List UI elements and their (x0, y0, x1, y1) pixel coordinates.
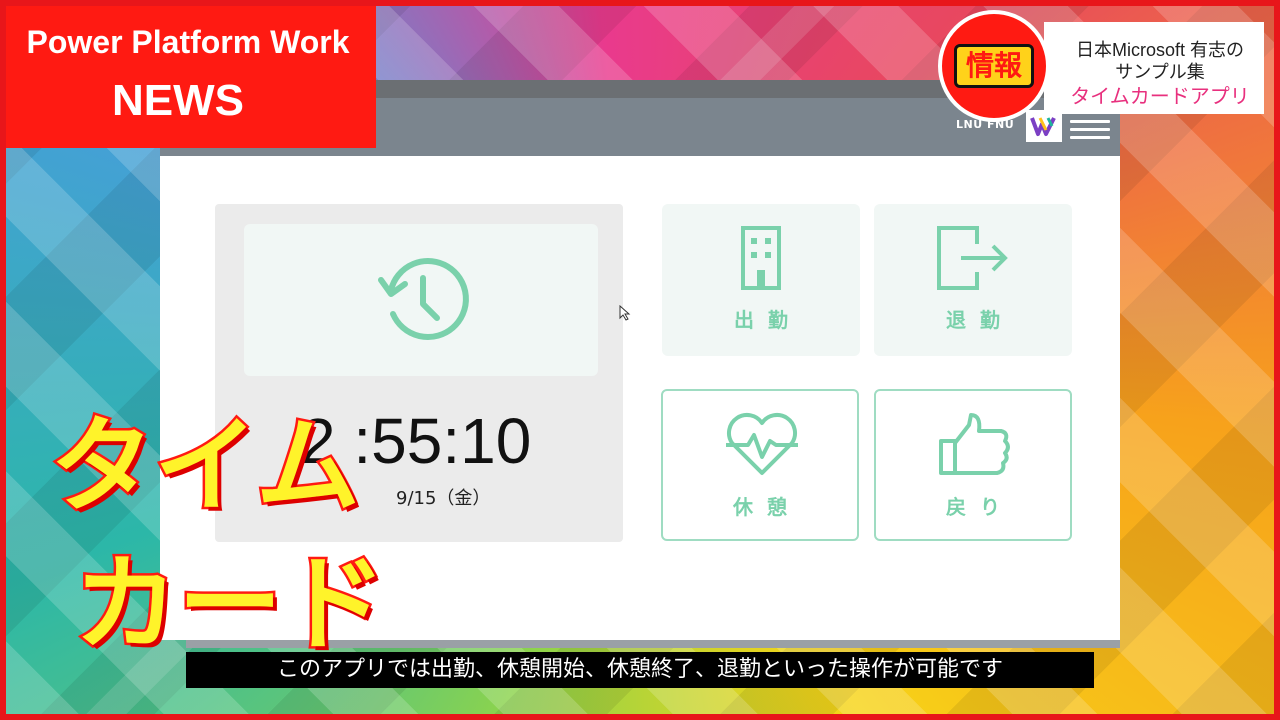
current-date: 9/15（金） (396, 488, 491, 509)
banner-title: Power Platform Work (26, 24, 350, 60)
video-subtitle: このアプリでは出勤、休憩開始、休憩終了、退勤といった操作が可能です (186, 652, 1094, 688)
info-badge: 情報 (938, 10, 1050, 122)
break-start-label: 休憩 (733, 495, 801, 519)
info-line-3: タイムカードアプリ (1070, 86, 1250, 108)
info-badge-label: 情報 (954, 44, 1034, 88)
clock-out-button[interactable]: 退勤 (874, 204, 1072, 356)
thumbs-up-icon (939, 413, 1010, 475)
building-icon (741, 226, 781, 290)
clock-in-label: 出勤 (734, 308, 802, 332)
exit-icon (937, 226, 1008, 290)
clock-in-button[interactable]: 出勤 (662, 204, 860, 356)
clock-out-label: 退勤 (946, 308, 1014, 332)
break-end-label: 戻り (946, 495, 1014, 519)
heartbeat-icon (726, 413, 798, 475)
mouse-cursor-icon (619, 305, 631, 321)
break-start-button[interactable]: 休憩 (661, 389, 859, 541)
banner-subtitle: NEWS (112, 76, 244, 125)
app-logo-icon (1026, 110, 1062, 142)
history-button[interactable] (244, 224, 598, 376)
overlay-title-line-2: カード (71, 543, 388, 665)
history-clock-icon (378, 258, 469, 340)
break-end-button[interactable]: 戻り (874, 389, 1072, 541)
hamburger-menu-icon[interactable] (1070, 120, 1110, 140)
overlay-title-line-1: タイム (48, 405, 363, 527)
channel-banner: Power Platform Work NEWS (0, 0, 376, 148)
